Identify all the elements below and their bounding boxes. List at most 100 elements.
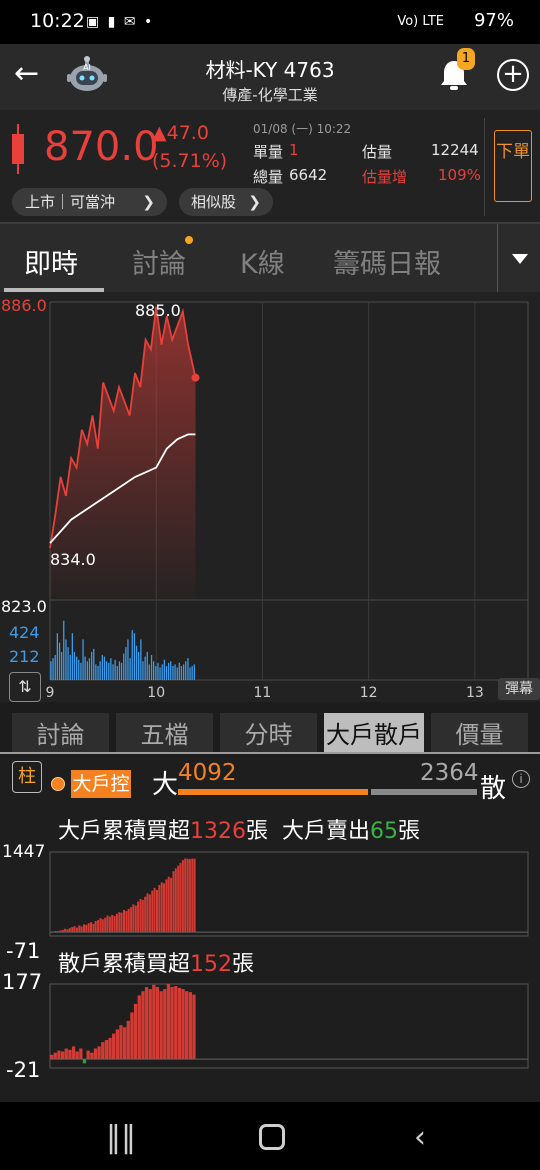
last-price: 870.0 xyxy=(44,124,159,170)
retail-investor-bar xyxy=(119,1025,123,1060)
signal-icon: Vo) LTE xyxy=(397,14,444,29)
volume-bar xyxy=(153,661,155,680)
volume-bar xyxy=(144,656,146,680)
subtab-time-sales[interactable]: 分時 xyxy=(220,713,317,753)
retail-investor-bar xyxy=(159,991,163,1060)
volume-bar xyxy=(168,662,170,680)
big-investor-bar xyxy=(83,924,85,932)
volume-bar xyxy=(67,647,69,680)
status-bar: 10:22 ▣ ▮ ✉ • Vo) LTE 97% xyxy=(0,0,540,44)
retail-investor-bar xyxy=(101,1042,105,1060)
big-investor-bar xyxy=(94,921,97,933)
total-volume-label: 總量 xyxy=(253,168,284,186)
subtab-discussion[interactable]: 討論 xyxy=(12,713,109,753)
big-investor-bar xyxy=(160,882,163,933)
volume-bar xyxy=(193,664,195,680)
x-tick-label: 13 xyxy=(466,685,484,701)
swap-chart-icon[interactable]: ⇅ xyxy=(9,672,41,702)
recent-apps-icon[interactable]: ‖‖ xyxy=(106,1120,136,1155)
est-increase-label: 估量增 xyxy=(362,168,408,186)
volume-axis-label-mid: 212 xyxy=(9,647,40,666)
retail-investor-bar xyxy=(93,1048,98,1060)
volume-bar xyxy=(76,656,78,680)
single-volume: 1 xyxy=(289,141,299,159)
home-icon[interactable] xyxy=(259,1124,285,1150)
big-investor-bar xyxy=(125,911,128,932)
back-arrow-icon[interactable]: ← xyxy=(14,56,44,92)
volume-bar xyxy=(114,659,116,680)
volume-bar xyxy=(101,655,103,680)
plus-circle-icon[interactable]: + xyxy=(497,59,529,91)
big-investor-bar xyxy=(71,927,74,933)
intraday-chart[interactable]: 9 10 11 12 13 886.0 885.0 834.0 823.0 424 21… xyxy=(0,292,540,702)
status-time: 10:22 xyxy=(30,10,85,32)
big-investor-bar xyxy=(130,907,133,933)
big-investor-bar xyxy=(132,904,135,933)
volume-bar xyxy=(178,662,180,680)
big-vs-retail-panel: 柱 大戶控 大 4092 2364 散 i 大戶累積買超1326張 大戶賣出65… xyxy=(0,754,540,1102)
subtab-big-vs-retail[interactable]: 大戶散戶 xyxy=(324,713,424,753)
retail-investor-bar xyxy=(50,1054,54,1059)
volume-bar xyxy=(97,666,99,680)
danmu-button[interactable]: 彈幕 xyxy=(498,678,540,700)
volume-bar xyxy=(91,651,93,680)
volume-bar xyxy=(170,661,172,680)
big-investor-bar xyxy=(193,858,196,933)
big-investor-bar xyxy=(179,862,182,933)
ai-label: AI xyxy=(83,63,91,72)
volume-bar xyxy=(125,647,127,680)
retail-investor-bar xyxy=(130,1012,134,1060)
subtab-price-volume[interactable]: 價量 xyxy=(431,713,528,753)
volume-bar xyxy=(191,666,193,680)
volume-bar xyxy=(140,639,142,680)
price-change: ▲47.0 xyxy=(152,122,209,144)
retail-investor-bar xyxy=(97,1046,101,1060)
order-button[interactable]: 下單 xyxy=(494,130,532,202)
retail-investor-bar xyxy=(163,989,167,1060)
single-volume-label: 單量 xyxy=(253,143,284,161)
big-investor-bar xyxy=(134,905,137,933)
total-volume: 6642 xyxy=(289,166,328,184)
chevron-right-icon: ❯ xyxy=(142,193,155,211)
similar-stocks-pill[interactable]: 相似股 ❯ xyxy=(179,188,273,216)
status-notification-icons: ▣ ▮ ✉ • xyxy=(86,14,155,30)
divider xyxy=(484,118,485,216)
tabs-dropdown-icon[interactable] xyxy=(497,224,540,292)
retail-investor-bar xyxy=(75,1051,79,1060)
retail-investor-bar xyxy=(188,992,192,1060)
volume-bar xyxy=(93,648,95,680)
subtab-five-levels[interactable]: 五檔 xyxy=(116,713,213,753)
est-increase: 109% xyxy=(438,166,481,184)
retail-investor-bar xyxy=(112,1033,116,1060)
retail-investor-bar xyxy=(57,1050,61,1060)
retail-investor-bar xyxy=(177,987,182,1060)
volume-bar xyxy=(86,661,88,680)
volume-bar xyxy=(165,666,168,680)
retail-investor-bar xyxy=(86,1050,90,1060)
tab-chip-daily[interactable]: 籌碼日報 xyxy=(333,242,441,281)
big-investor-bar xyxy=(108,916,111,933)
volume-bar xyxy=(88,658,91,680)
tab-realtime[interactable]: 即時 xyxy=(24,242,78,281)
big-investor-bar xyxy=(127,908,130,932)
big-investor-bar xyxy=(139,898,142,933)
volume-bar xyxy=(63,620,65,680)
new-dot-indicator xyxy=(185,236,193,244)
x-tick-label: 12 xyxy=(360,685,378,701)
big-investor-bar xyxy=(68,928,71,933)
app-header: ← AI 材料-KY 4763 傳產-化學工業 1 + xyxy=(0,44,540,110)
big-investor-bar xyxy=(165,879,168,933)
tab-discussion[interactable]: 討論 xyxy=(132,242,186,281)
volume-bar xyxy=(110,658,112,680)
system-nav-bar: ‖‖ ‹ xyxy=(0,1102,540,1170)
quote-panel: 870.0 ▲47.0 (5.71%) 01/08 (一) 10:22 單量 1… xyxy=(0,110,540,224)
candlestick-icon xyxy=(12,124,24,174)
ai-robot-icon[interactable]: AI xyxy=(66,56,108,94)
back-chevron-icon[interactable]: ‹ xyxy=(414,1120,426,1155)
retail-investor-bar xyxy=(61,1051,65,1060)
volume-bar xyxy=(129,658,131,680)
market-status-pill[interactable]: 上市｜可當沖 ❯ xyxy=(12,188,167,216)
volume-bar xyxy=(138,651,140,680)
volume-bar xyxy=(150,655,153,680)
tab-kline[interactable]: K線 xyxy=(240,242,285,281)
